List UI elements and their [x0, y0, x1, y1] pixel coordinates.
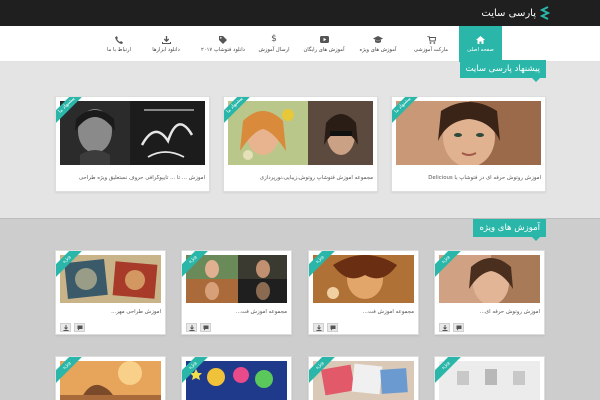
card-image — [313, 361, 414, 400]
card-caption: آموزش طراحی مهر... — [111, 309, 161, 315]
card-image — [439, 361, 540, 400]
card-caption: آموزش روتوش حرفه ای... — [479, 309, 540, 315]
nav-item-home[interactable]: صفحه اصلی — [459, 26, 502, 62]
special-card[interactable]: ویژه — [181, 356, 292, 400]
special-card[interactable]: ویژه — [434, 356, 545, 400]
nav-item-download-photoshop[interactable]: دانلود فتوشاپ ۲۰۱۷ — [194, 26, 252, 62]
tags-icon — [218, 35, 228, 44]
suggestion-card[interactable]: مجموعه آموزش فتوشاپ روتوش،زیبایی،نورپردا… — [223, 96, 378, 192]
comments-icon[interactable] — [74, 323, 85, 332]
card-image — [186, 361, 287, 400]
card-caption: مجموعه آموزش فت... — [362, 309, 414, 315]
card-image — [60, 255, 161, 303]
special-card[interactable]: ویژه — [55, 356, 166, 400]
video-icon — [319, 35, 329, 44]
download-icon[interactable] — [439, 323, 450, 332]
download-icon[interactable] — [60, 323, 71, 332]
special-title: آموزش های ویژه — [473, 219, 546, 241]
suggestion-title: پیشنهاد پارسی سایت — [459, 60, 546, 82]
site-logo[interactable]: پارسی سایت — [481, 5, 550, 21]
suggestion-section: پیشنهاد پارسی سایت آموزش روتوش حرفه ای د… — [0, 60, 600, 218]
dollar-icon: $ — [271, 34, 277, 44]
card-image — [186, 255, 287, 303]
cart-icon — [426, 35, 436, 44]
card-caption: آموزش ... تا ... تایپوگرافی حروف نستعلیق… — [78, 175, 205, 181]
special-card[interactable]: ویژه — [308, 356, 419, 400]
card-image — [439, 255, 540, 303]
card-caption: مجموعه آموزش فت... — [235, 309, 287, 315]
card-image — [60, 361, 161, 400]
comments-icon[interactable] — [200, 323, 211, 332]
special-card[interactable]: آموزش روتوش حرفه ای... ویژه — [434, 250, 545, 335]
special-card[interactable]: آموزش طراحی مهر... ویژه — [55, 250, 166, 335]
card-image — [313, 255, 414, 303]
card-caption: آموزش روتوش حرفه ای در فتوشاپ با Delicio… — [428, 175, 541, 181]
nav-item-special-courses[interactable]: آموزش های ویژه — [352, 26, 404, 62]
download-icon[interactable] — [313, 323, 324, 332]
special-card[interactable]: مجموعه آموزش فت... ویژه — [181, 250, 292, 335]
special-card[interactable]: مجموعه آموزش فت... ویژه — [308, 250, 419, 335]
site-name: پارسی سایت — [481, 7, 536, 19]
suggestion-card[interactable]: آموزش ... تا ... تایپوگرافی حروف نستعلیق… — [55, 96, 210, 192]
download-icon — [161, 35, 171, 44]
card-image — [228, 101, 373, 165]
top-bar: پارسی سایت — [0, 0, 600, 26]
nav-item-free-courses[interactable]: آموزش های رایگان — [296, 26, 352, 62]
card-caption: مجموعه آموزش فتوشاپ روتوش،زیبایی،نورپردا… — [259, 175, 373, 181]
nav-item-market[interactable]: مارکت آموزشی — [405, 26, 457, 62]
card-image — [396, 101, 541, 165]
download-icon[interactable] — [186, 323, 197, 332]
card-image — [60, 101, 205, 165]
main-nav: صفحه اصلی مارکت آموزشی آموزش های ویژه آم… — [0, 26, 600, 62]
nav-item-download-tools[interactable]: دانلود ابزارها — [142, 26, 190, 62]
comments-icon[interactable] — [327, 323, 338, 332]
nav-item-contact[interactable]: ارتباط با ما — [98, 26, 140, 62]
special-courses-section: آموزش های ویژه آموزش روتوش حرفه ای... وی… — [0, 219, 600, 400]
graduation-cap-icon — [373, 35, 383, 44]
phone-icon — [114, 35, 124, 44]
comments-icon[interactable] — [453, 323, 464, 332]
home-icon — [476, 35, 486, 44]
suggestion-card[interactable]: آموزش روتوش حرفه ای در فتوشاپ با Delicio… — [391, 96, 546, 192]
logo-mark-icon — [540, 6, 550, 20]
nav-item-submit-course[interactable]: $ ارسال آموزش — [252, 26, 296, 62]
